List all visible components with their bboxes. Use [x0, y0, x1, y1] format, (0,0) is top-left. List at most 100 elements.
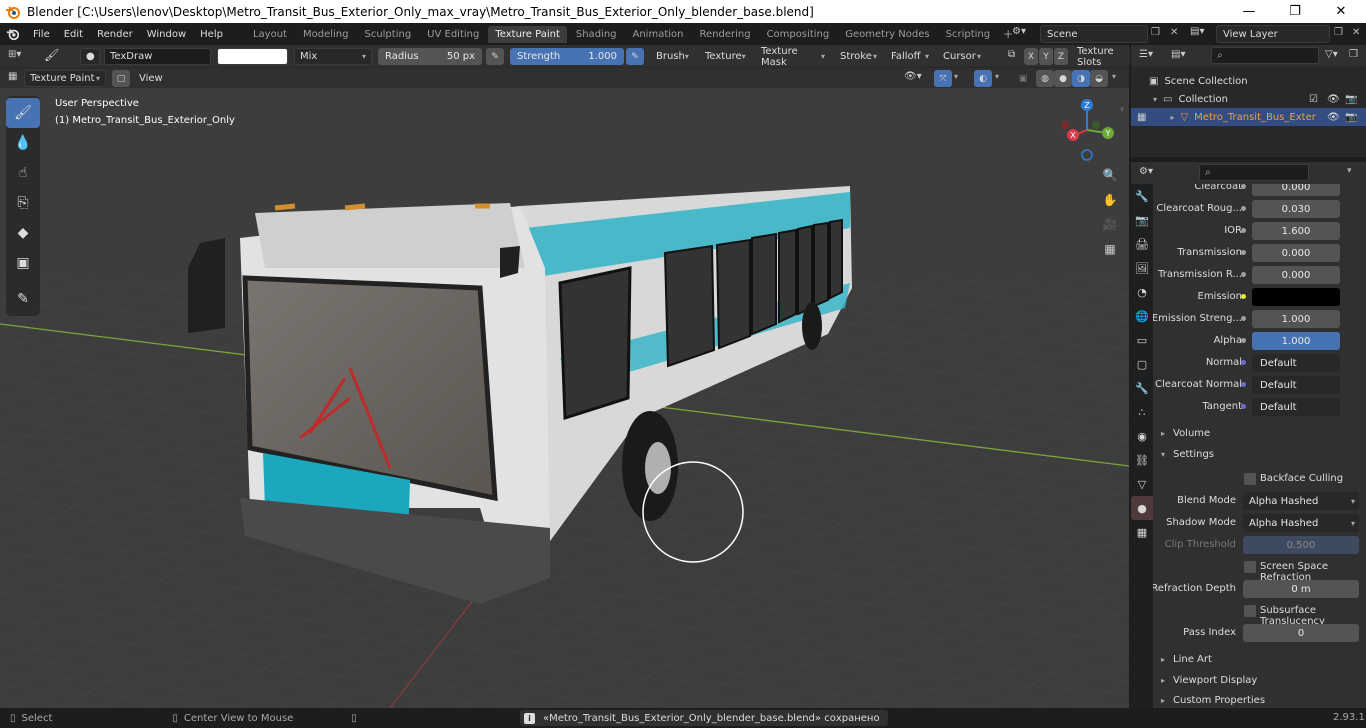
outliner-object-row[interactable]: ▦ ▸ ▽ Metro_Transit_Bus_Exter 👁 📷 [1131, 108, 1366, 126]
subsurface-translucency-checkbox[interactable] [1244, 605, 1256, 617]
brush-browse-icon[interactable]: ● [80, 48, 100, 65]
display-mode-icon[interactable]: ▤▾ [1171, 49, 1185, 60]
collection-render-icon[interactable]: 📷 [1345, 94, 1357, 105]
menu-stroke[interactable]: Stroke ▾ [835, 48, 882, 65]
shading-wireframe-icon[interactable]: ◍ [1036, 70, 1054, 87]
socket-icon[interactable] [1241, 404, 1246, 409]
socket-icon[interactable] [1241, 360, 1246, 365]
xray-toggle-icon[interactable]: ▣ [1014, 70, 1032, 87]
blend-mode-dropdown-prop[interactable]: Alpha Hashed ▾ [1243, 492, 1359, 510]
screen-space-refraction-checkbox[interactable] [1244, 561, 1256, 573]
collection-visibility-icon[interactable]: 👁 [1327, 94, 1340, 105]
socket-icon[interactable] [1241, 228, 1246, 233]
annotate-tool-icon[interactable]: ✎ [6, 284, 40, 314]
viewport-display-section-header[interactable]: ▸ Viewport Display [1153, 669, 1366, 691]
outliner-editor-icon[interactable]: ☰▾ [1139, 49, 1153, 60]
alpha-field[interactable]: 1.000 [1252, 332, 1340, 350]
soften-tool-icon[interactable]: 💧 [6, 128, 40, 158]
tab-animation[interactable]: Animation [626, 26, 691, 43]
tab-scripting[interactable]: Scripting [939, 26, 997, 43]
brush-name-field[interactable]: TexDraw [104, 48, 211, 65]
scene-browse-icon[interactable]: ⚙▾ [1012, 26, 1036, 43]
outliner-scene-collection[interactable]: ▣ Scene Collection [1131, 72, 1366, 90]
socket-icon[interactable] [1241, 338, 1246, 343]
tab-shading[interactable]: Shading [569, 26, 624, 43]
mirror-z-toggle[interactable]: Z [1054, 48, 1068, 65]
minimize-button[interactable]: — [1226, 0, 1272, 23]
perspective-toggle-icon[interactable]: ▦ [1099, 238, 1121, 260]
menu-edit[interactable]: Edit [57, 29, 90, 40]
menu-render[interactable]: Render [90, 29, 140, 40]
object-tab-icon[interactable]: ▢ [1131, 352, 1153, 376]
pass-index-field[interactable]: 0 [1243, 624, 1359, 642]
close-button[interactable]: ✕ [1318, 0, 1364, 23]
socket-icon[interactable] [1241, 206, 1246, 211]
line-art-section-header[interactable]: ▸ Line Art [1153, 648, 1366, 670]
gizmo-dropdown-icon[interactable]: ▾ [954, 72, 958, 81]
render-tab-icon[interactable]: 📷 [1131, 208, 1153, 232]
fill-tool-icon[interactable]: ◆ [6, 218, 40, 248]
gizmo-toggle-icon[interactable]: ⤧ [934, 70, 952, 87]
shading-material-icon[interactable]: ◑ [1072, 70, 1090, 87]
strength-pressure-icon[interactable]: ✎ [626, 48, 644, 65]
particles-tab-icon[interactable]: ∴ [1131, 400, 1153, 424]
texture-slots-button[interactable]: Texture Slots [1072, 46, 1130, 68]
draw-tool-icon[interactable]: 🖌 [6, 98, 40, 128]
output-tab-icon[interactable]: 🖨 [1131, 232, 1153, 256]
menu-file[interactable]: File [26, 29, 57, 40]
menu-cursor[interactable]: Cursor ▾ [938, 48, 986, 65]
blender-menu-icon[interactable] [0, 23, 26, 45]
transmission-roughness-field[interactable]: 0.000 [1252, 266, 1340, 284]
menu-texture[interactable]: Texture ▾ [700, 48, 750, 65]
emission-color-swatch[interactable] [1252, 288, 1340, 306]
refraction-depth-field[interactable]: 0 m [1243, 580, 1359, 598]
world-tab-icon[interactable]: 🌐 [1131, 304, 1153, 328]
mirror-x-toggle[interactable]: X [1024, 48, 1038, 65]
smear-tool-icon[interactable]: ☝ [6, 158, 40, 188]
overlays-dropdown-icon[interactable]: ▾ [995, 72, 999, 81]
strength-slider[interactable]: Strength 1.000 [510, 48, 624, 65]
maximize-button[interactable]: ❐ [1272, 0, 1318, 23]
tab-rendering[interactable]: Rendering [692, 26, 757, 43]
object-visibility-icon[interactable]: 👁 [1327, 112, 1340, 123]
new-scene-icon[interactable]: ❐ [1151, 27, 1160, 38]
material-tab-icon[interactable]: ● [1131, 496, 1153, 520]
scene-selector[interactable]: Scene [1040, 25, 1148, 43]
filter-icon[interactable]: ▽▾ [1325, 49, 1338, 60]
mirror-y-toggle[interactable]: Y [1039, 48, 1053, 65]
navigation-gizmo[interactable]: Z Y X [1055, 95, 1120, 165]
menu-help[interactable]: Help [193, 29, 230, 40]
data-tab-icon[interactable]: ▽ [1131, 472, 1153, 496]
new-view-layer-icon[interactable]: ❐ [1334, 27, 1343, 38]
constraints-tab-icon[interactable]: ⛓ [1131, 448, 1153, 472]
menu-window[interactable]: Window [140, 29, 193, 40]
delete-scene-icon[interactable]: ✕ [1170, 27, 1178, 38]
radius-slider[interactable]: Radius 50 px [378, 48, 482, 65]
tab-texture-paint[interactable]: Texture Paint [488, 25, 567, 43]
object-render-icon[interactable]: 📷 [1345, 112, 1357, 123]
brush-color-swatch[interactable] [217, 48, 288, 65]
paint-mask-icon[interactable]: ▢ [112, 70, 130, 87]
backface-culling-checkbox[interactable] [1244, 473, 1256, 485]
blend-mode-dropdown[interactable]: Mix ▾ [294, 48, 372, 65]
menu-brush[interactable]: Brush ▾ [651, 48, 693, 65]
tab-sculpting[interactable]: Sculpting [357, 26, 418, 43]
outliner-collection[interactable]: ▾ ▭ Collection ☑ 👁 📷 [1131, 90, 1366, 108]
normal-field[interactable]: Default [1252, 354, 1340, 372]
properties-options-icon[interactable]: ▾ [1347, 166, 1352, 176]
shadow-mode-dropdown[interactable]: Alpha Hashed ▾ [1243, 514, 1359, 532]
clip-threshold-field[interactable]: 0.500 [1243, 536, 1359, 554]
modifier-tab-icon[interactable]: 🔧 [1131, 376, 1153, 400]
clone-tool-icon[interactable]: ⎘ [6, 188, 40, 218]
sidebar-toggle-icon[interactable]: ‹ [1120, 104, 1124, 115]
symmetry-icon[interactable]: ⧉ [1008, 49, 1015, 60]
clearcoat-roughness-field[interactable]: 0.030 [1252, 200, 1340, 218]
new-collection-icon[interactable]: ❐ [1349, 49, 1358, 60]
transmission-field[interactable]: 0.000 [1252, 244, 1340, 262]
socket-icon[interactable] [1241, 184, 1246, 189]
collection-tab-icon[interactable]: ▭ [1131, 328, 1153, 352]
menu-view[interactable]: View [134, 70, 164, 87]
mask-tool-icon[interactable]: ▣ [6, 248, 40, 278]
menu-texture-mask[interactable]: Texture Mask ▾ [756, 46, 830, 68]
settings-section-header[interactable]: ▾ Settings [1153, 443, 1366, 465]
